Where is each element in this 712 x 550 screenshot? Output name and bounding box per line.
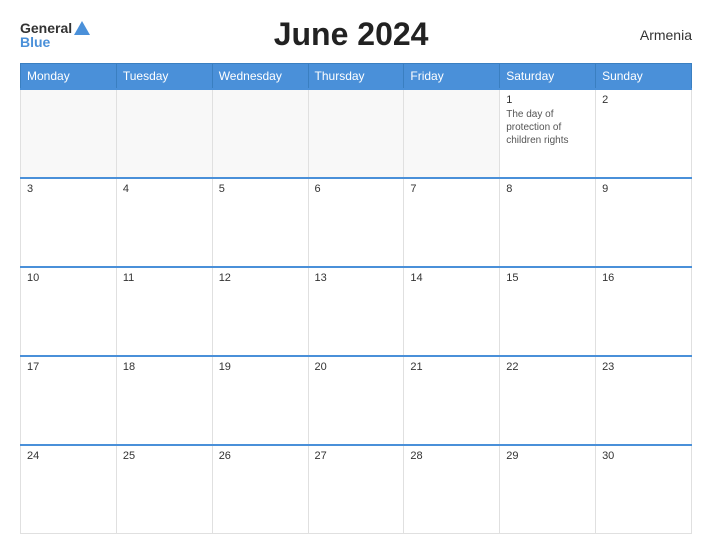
day-number: 1 xyxy=(506,94,589,106)
calendar-cell: 16 xyxy=(596,267,692,356)
day-number: 12 xyxy=(219,272,302,284)
day-number: 25 xyxy=(123,450,206,462)
col-wednesday: Wednesday xyxy=(212,64,308,90)
col-monday: Monday xyxy=(21,64,117,90)
day-number: 2 xyxy=(602,94,685,106)
day-number: 6 xyxy=(315,183,398,195)
calendar-cell: 25 xyxy=(116,445,212,534)
calendar-cell: 23 xyxy=(596,356,692,445)
calendar-event: The day of protection of children rights xyxy=(506,108,589,147)
calendar-cell: 17 xyxy=(21,356,117,445)
day-number: 9 xyxy=(602,183,685,195)
calendar-cell: 28 xyxy=(404,445,500,534)
day-number: 28 xyxy=(410,450,493,462)
day-number: 4 xyxy=(123,183,206,195)
day-number: 13 xyxy=(315,272,398,284)
calendar-cell: 29 xyxy=(500,445,596,534)
calendar-cell xyxy=(212,89,308,178)
day-number: 22 xyxy=(506,361,589,373)
day-number: 3 xyxy=(27,183,110,195)
day-number: 24 xyxy=(27,450,110,462)
calendar-cell: 8 xyxy=(500,178,596,267)
day-number: 11 xyxy=(123,272,206,284)
calendar-week-row: 10 11 12 13 14 15 16 xyxy=(21,267,692,356)
calendar-cell: 1 The day of protection of children right… xyxy=(500,89,596,178)
page: General Blue June 2024 Armenia Monday Tu… xyxy=(0,0,712,550)
day-number: 7 xyxy=(410,183,493,195)
country-label: Armenia xyxy=(612,27,692,43)
logo: General Blue xyxy=(20,20,90,50)
day-number: 30 xyxy=(602,450,685,462)
day-number: 5 xyxy=(219,183,302,195)
calendar-cell xyxy=(21,89,117,178)
day-number: 26 xyxy=(219,450,302,462)
col-tuesday: Tuesday xyxy=(116,64,212,90)
calendar-cell: 2 xyxy=(596,89,692,178)
day-number: 14 xyxy=(410,272,493,284)
calendar-cell xyxy=(308,89,404,178)
calendar-cell: 6 xyxy=(308,178,404,267)
day-number: 10 xyxy=(27,272,110,284)
calendar-cell: 30 xyxy=(596,445,692,534)
col-thursday: Thursday xyxy=(308,64,404,90)
calendar-cell: 3 xyxy=(21,178,117,267)
calendar-cell: 13 xyxy=(308,267,404,356)
calendar-cell: 9 xyxy=(596,178,692,267)
calendar-cell: 12 xyxy=(212,267,308,356)
day-number: 29 xyxy=(506,450,589,462)
calendar-week-row: 3 4 5 67 8 9 xyxy=(21,178,692,267)
calendar-cell: 18 xyxy=(116,356,212,445)
calendar-cell: 27 xyxy=(308,445,404,534)
calendar-cell: 4 xyxy=(116,178,212,267)
calendar-cell: 14 xyxy=(404,267,500,356)
calendar-cell: 22 xyxy=(500,356,596,445)
day-number: 8 xyxy=(506,183,589,195)
calendar-cell: 26 xyxy=(212,445,308,534)
col-saturday: Saturday xyxy=(500,64,596,90)
day-number: 17 xyxy=(27,361,110,373)
calendar-header-row: Monday Tuesday Wednesday Thursday Friday… xyxy=(21,64,692,90)
day-number: 23 xyxy=(602,361,685,373)
calendar-cell: 11 xyxy=(116,267,212,356)
calendar-cell: 15 xyxy=(500,267,596,356)
calendar-week-row: 1 The day of protection of children right… xyxy=(21,89,692,178)
calendar-week-row: 24 25 26 27 28 29 30 xyxy=(21,445,692,534)
day-number: 21 xyxy=(410,361,493,373)
day-number: 18 xyxy=(123,361,206,373)
day-number: 16 xyxy=(602,272,685,284)
calendar-cell: 19 xyxy=(212,356,308,445)
calendar-title: June 2024 xyxy=(90,16,612,53)
day-number: 19 xyxy=(219,361,302,373)
calendar-cell xyxy=(404,89,500,178)
logo-triangle-icon xyxy=(74,21,90,35)
calendar-cell: 7 xyxy=(404,178,500,267)
day-number: 15 xyxy=(506,272,589,284)
calendar-cell: 21 xyxy=(404,356,500,445)
calendar-cell: 10 xyxy=(21,267,117,356)
day-number: 27 xyxy=(315,450,398,462)
calendar-cell: 5 xyxy=(212,178,308,267)
header: General Blue June 2024 Armenia xyxy=(20,16,692,53)
col-sunday: Sunday xyxy=(596,64,692,90)
calendar-cell: 24 xyxy=(21,445,117,534)
calendar-table: Monday Tuesday Wednesday Thursday Friday… xyxy=(20,63,692,534)
col-friday: Friday xyxy=(404,64,500,90)
logo-blue-text: Blue xyxy=(20,34,50,50)
calendar-cell: 20 xyxy=(308,356,404,445)
calendar-week-row: 17 18 19 20 21 22 23 xyxy=(21,356,692,445)
calendar-cell xyxy=(116,89,212,178)
day-number: 20 xyxy=(315,361,398,373)
